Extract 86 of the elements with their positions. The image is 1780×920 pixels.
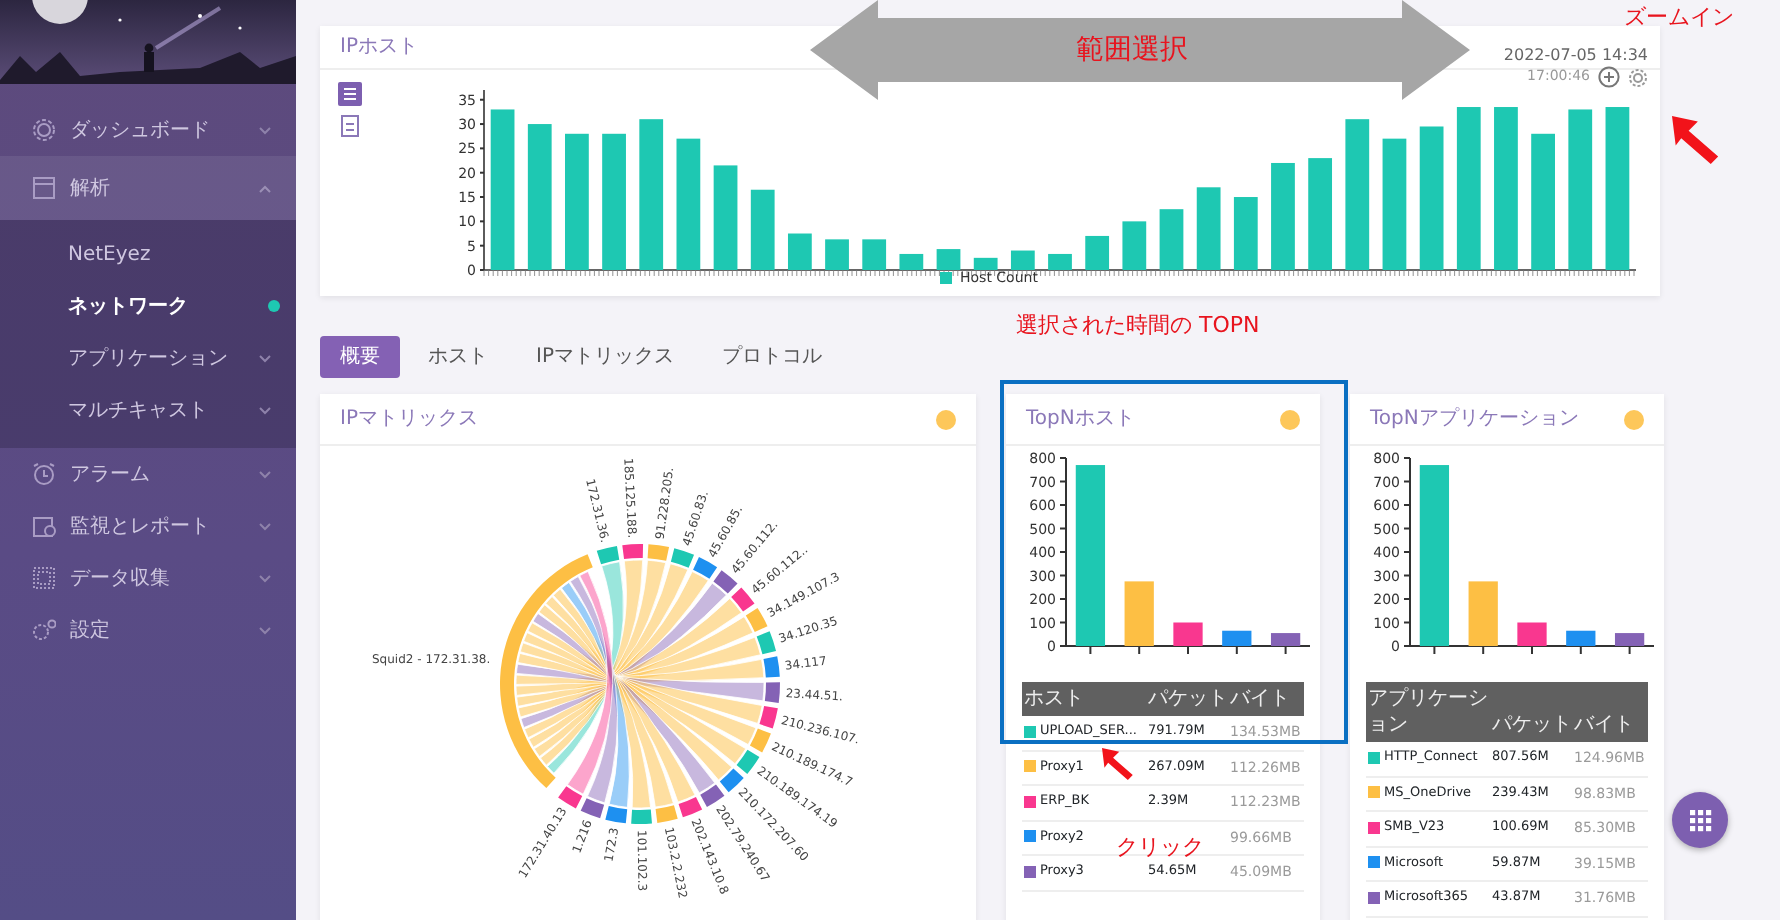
chevron-down-icon <box>258 405 272 415</box>
bar <box>1419 126 1444 270</box>
annotation-text: 範囲選択 <box>1076 32 1188 70</box>
bar <box>1382 138 1407 270</box>
bar <box>565 133 589 270</box>
column-header: バイト <box>1574 714 1634 736</box>
bar <box>1614 633 1645 646</box>
bar <box>676 138 701 270</box>
bar <box>750 189 775 270</box>
sidebar-subitem[interactable]: マルチキャスト <box>0 384 296 436</box>
bar <box>1468 581 1498 646</box>
sidebar-subitem[interactable]: アプリケーション <box>0 332 296 384</box>
status-dot <box>936 409 956 429</box>
chevron-down-icon <box>258 573 272 583</box>
column-header: バイト <box>1230 688 1290 710</box>
bar <box>788 233 812 270</box>
bar <box>1271 162 1295 270</box>
legend-swatch <box>940 272 952 285</box>
chevron-down-icon <box>258 625 272 635</box>
bar <box>899 253 924 270</box>
bar <box>1196 187 1221 270</box>
card-title: IPマトリックス <box>340 406 478 434</box>
tab[interactable]: 概要 <box>320 336 400 378</box>
card-title: IPホスト <box>340 34 418 62</box>
sidebar-item[interactable]: アラーム <box>0 448 296 500</box>
box-icon <box>32 176 56 200</box>
sidebar-subitem[interactable]: ネットワーク <box>0 280 296 332</box>
tab[interactable]: ホスト <box>408 336 508 378</box>
sidebar-item[interactable]: 設定 <box>0 604 296 656</box>
bar <box>1122 221 1147 270</box>
status-dot <box>1624 409 1644 429</box>
chevron-down-icon <box>258 521 272 531</box>
bar <box>1124 581 1154 646</box>
grid-icon <box>1689 810 1711 833</box>
bar <box>1222 630 1252 646</box>
bar <box>825 239 849 270</box>
bar <box>1270 633 1301 646</box>
timestamp-text: 2022-07-05 14:34 <box>1503 43 1648 67</box>
bar <box>1531 133 1555 270</box>
card-title: TopNアプリケーション <box>1370 405 1579 434</box>
column-header: アプリケーション <box>1368 688 1488 736</box>
sidebar-item[interactable]: ダッシュボード <box>0 104 296 156</box>
bar <box>973 257 998 270</box>
bar <box>602 133 626 270</box>
annotation-text: クリック <box>1116 832 1204 864</box>
bar <box>862 239 887 270</box>
gears-icon <box>32 618 56 642</box>
column-header: ホスト <box>1024 688 1084 710</box>
bar <box>1173 622 1203 646</box>
card-title: TopNホスト <box>1026 406 1135 434</box>
bar <box>1308 158 1332 270</box>
settings-icon[interactable] <box>1628 67 1648 87</box>
gear-icon <box>32 118 56 142</box>
list-view-icon[interactable] <box>338 82 362 106</box>
bar <box>1010 250 1035 270</box>
calendar-check-icon <box>32 514 56 538</box>
chevron-up-icon <box>258 183 272 193</box>
alarm-clock-icon <box>32 462 56 486</box>
zoom-in-icon[interactable] <box>1598 66 1620 88</box>
selected-dot <box>268 300 280 312</box>
status-dot <box>1280 409 1300 429</box>
bar <box>1233 197 1258 270</box>
column-header: パケット <box>1492 714 1572 736</box>
column-header: パケット <box>1148 688 1228 710</box>
tab[interactable]: IPマトリックス <box>516 336 694 378</box>
bar <box>936 249 961 270</box>
bar <box>713 165 738 270</box>
bar <box>1159 209 1184 270</box>
document-icon[interactable] <box>338 114 362 138</box>
sidebar-item[interactable]: 監視とレポート <box>0 500 296 552</box>
bar <box>1048 253 1072 270</box>
chevron-down-icon <box>258 353 272 363</box>
annotation-text: ズームイン <box>1624 2 1734 34</box>
sidebar-item[interactable]: データ収集 <box>0 552 296 604</box>
chevron-down-icon <box>258 125 272 135</box>
sidebar-subitem[interactable]: NetEyez <box>0 228 296 280</box>
chevron-down-icon <box>258 469 272 479</box>
annotation-text: 選択された時間の TOPN <box>1016 310 1260 342</box>
bar <box>1517 622 1547 646</box>
bar <box>1566 630 1596 646</box>
grid-icon <box>32 566 56 590</box>
sidebar-item[interactable]: 解析 <box>0 156 296 220</box>
pointer-arrow <box>1102 748 1134 780</box>
tab[interactable]: プロトコル <box>701 336 842 378</box>
bar <box>1085 235 1110 270</box>
pointer-arrow <box>1672 116 1720 164</box>
